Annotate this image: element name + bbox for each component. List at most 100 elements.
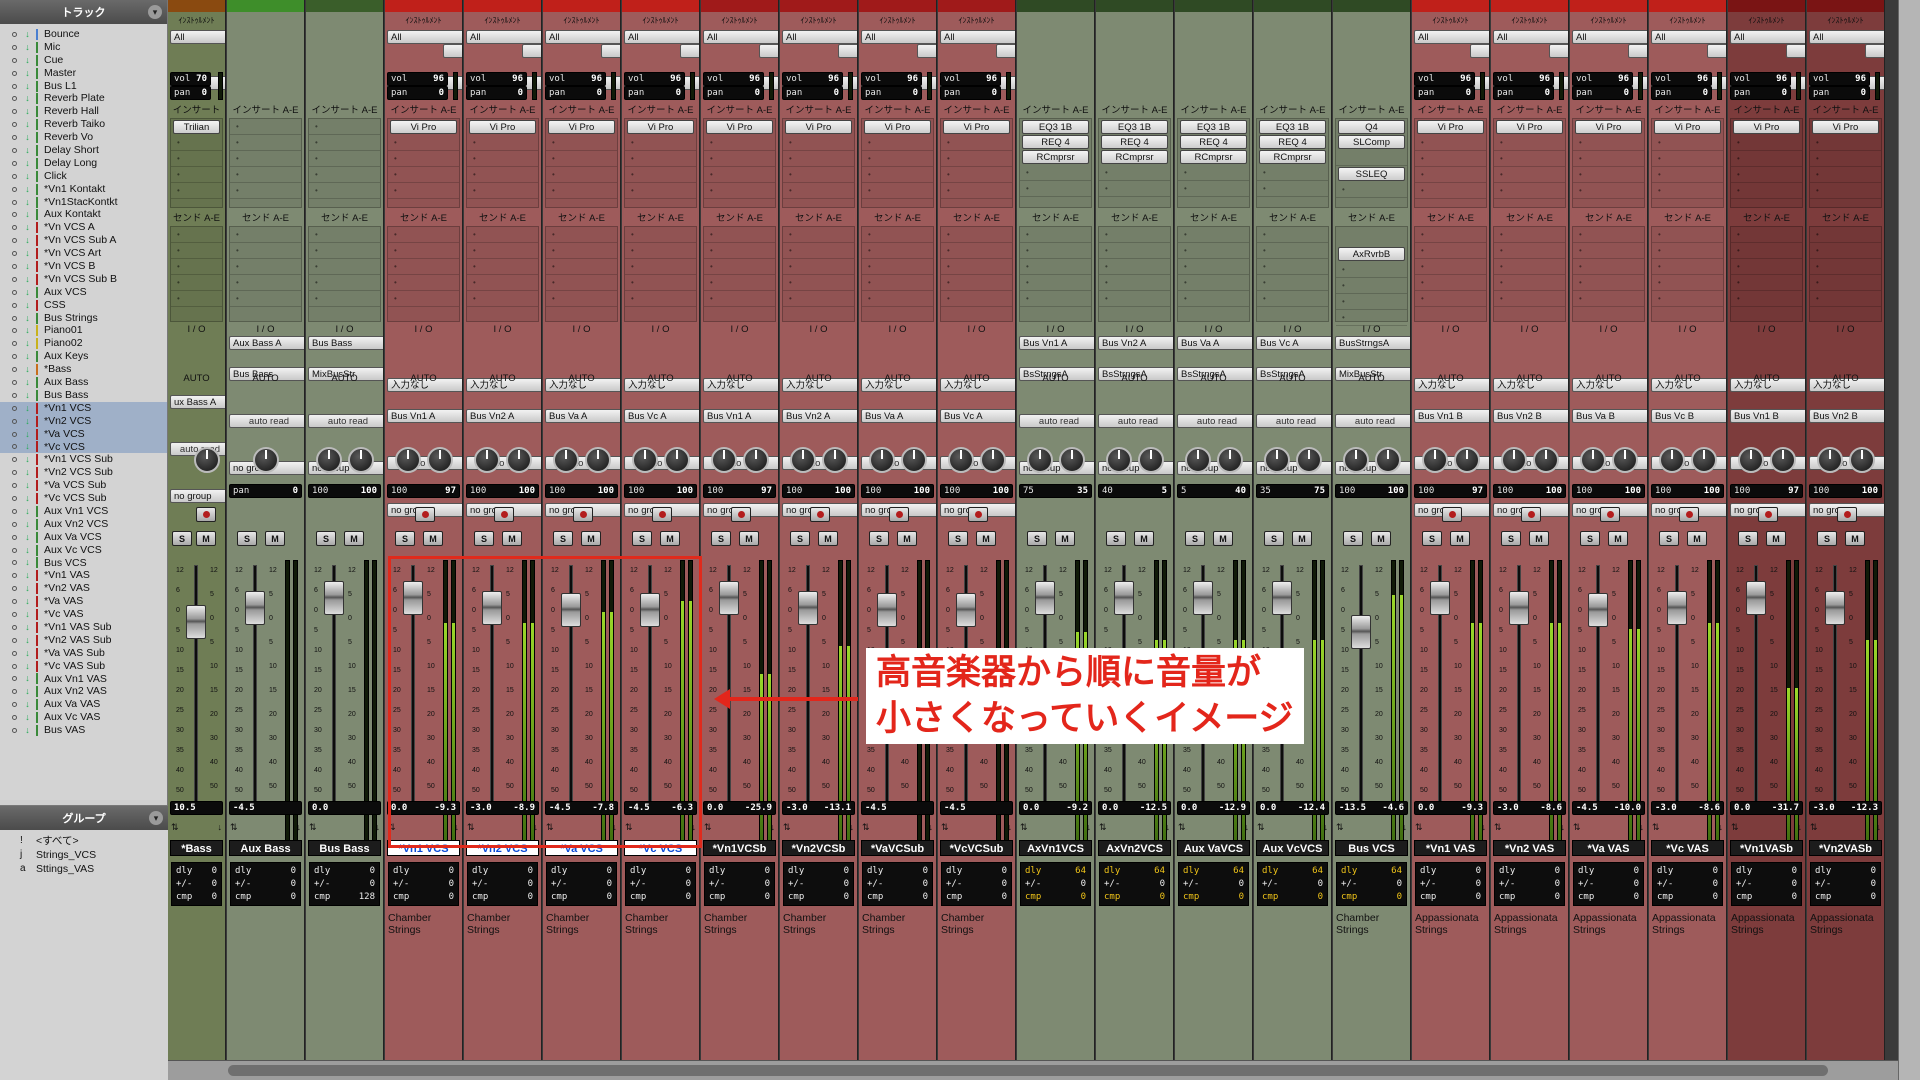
track-show-toggle[interactable] [12,289,17,295]
track-name-plate[interactable]: *Vn1 VAS [1414,840,1487,856]
group-list-item[interactable]: a Sttings_VAS [0,862,168,876]
midi-all-select[interactable]: All [624,30,699,44]
insert-slot-empty[interactable]: • [1257,165,1328,181]
insert-slot-empty[interactable]: • [1652,151,1723,167]
pan-left-knob[interactable] [1106,447,1132,473]
track-list-item[interactable]: ↓ *Vn VCS A [0,221,167,234]
mute-button[interactable]: M [1055,531,1075,546]
link-icon[interactable]: ⇅ [783,822,791,834]
pan-left-knob[interactable] [1422,447,1448,473]
output-select[interactable]: Bus Vc B [1651,409,1726,423]
track-name-plate[interactable]: *Bass [170,840,223,856]
track-show-toggle[interactable] [12,663,17,669]
track-name-plate[interactable]: Aux VcVCS [1256,840,1329,856]
pan-knob[interactable] [253,447,279,473]
link-icon[interactable]: ⇅ [171,822,179,834]
solo-button[interactable]: S [948,531,968,546]
insert-slot-empty[interactable]: • [171,135,222,151]
track-show-toggle[interactable] [12,521,17,527]
insert-plugin-button[interactable]: Vi Pro [1417,120,1484,134]
mute-button[interactable]: M [502,531,522,546]
insert-plugin-button[interactable]: Vi Pro [785,120,852,134]
track-list-item[interactable]: ↓ *Va VAS [0,595,167,608]
record-arm-button[interactable] [415,507,435,522]
pan-left-knob[interactable] [553,447,579,473]
midi-all-select[interactable]: All [703,30,778,44]
volume-fader[interactable] [1746,581,1766,615]
mute-button[interactable]: M [660,531,680,546]
track-show-toggle[interactable] [12,560,17,566]
mute-button[interactable]: M [581,531,601,546]
mute-button[interactable]: M [739,531,759,546]
record-arm-button[interactable] [1758,507,1778,522]
solo-button[interactable]: S [395,531,415,546]
track-name-plate[interactable]: *Va VCS [545,840,618,856]
send-slot-empty[interactable]: • [1494,227,1565,243]
insert-slot-empty[interactable]: • [625,167,696,183]
solo-button[interactable]: S [1817,531,1837,546]
mute-button[interactable]: M [1529,531,1549,546]
link-icon[interactable]: ⇅ [1494,822,1502,834]
track-list-item[interactable]: ↓ Piano01 [0,324,167,337]
insert-plugin-button[interactable]: Trilian [173,120,220,134]
track-show-toggle[interactable] [12,328,17,334]
send-slot-empty[interactable]: • [1573,243,1644,259]
track-show-toggle[interactable] [12,599,17,605]
record-arm-button[interactable] [968,507,988,522]
link-icon[interactable]: ⇅ [1573,822,1581,834]
pan-left-knob[interactable] [1264,447,1290,473]
send-slot-empty[interactable]: • [862,243,933,259]
record-arm-button[interactable] [1837,507,1857,522]
mute-button[interactable]: M [1687,531,1707,546]
track-name-plate[interactable]: *VcVCSub [940,840,1013,856]
insert-plugin-button[interactable]: EQ3 1B [1180,120,1247,134]
track-show-toggle[interactable] [12,173,17,179]
track-list-item[interactable]: ↓ Delay Short [0,144,167,157]
pan-left-knob[interactable] [1580,447,1606,473]
send-slot-empty[interactable]: • [467,275,538,291]
automation-mode-select[interactable]: auto read [308,414,383,428]
output-select[interactable]: Bus Vn1 A [703,409,778,423]
volume-fader[interactable] [482,590,502,625]
volume-fader[interactable] [877,593,897,627]
send-slot-empty[interactable]: • [1099,275,1170,291]
insert-slot-empty[interactable] [1336,150,1407,166]
send-slot-empty[interactable]: • [1020,259,1091,275]
send-slot-empty[interactable]: • [941,291,1012,307]
record-arm-button[interactable] [810,507,830,522]
midi-all-select[interactable]: All [1414,30,1489,44]
midi-mute-button[interactable]: M [522,44,541,58]
track-show-toggle[interactable] [12,470,17,476]
link-icon[interactable]: ⇅ [1099,822,1107,834]
insert-slot-empty[interactable]: • [1810,135,1881,151]
insert-slot-empty[interactable]: • [1494,183,1565,199]
track-name-plate[interactable]: *Va VAS [1572,840,1645,856]
midi-mute-button[interactable]: M [838,44,857,58]
midi-mute-button[interactable]: M [759,44,778,58]
track-list-item[interactable]: ↓ *Vn VCS Art [0,247,167,260]
send-button[interactable]: AxRvrbB [1338,247,1405,261]
insert-slot-empty[interactable]: • [230,135,301,151]
send-slot-empty[interactable]: • [1257,227,1328,243]
insert-plugin-button[interactable]: Vi Pro [1654,120,1721,134]
pan-left-knob[interactable] [869,447,895,473]
send-slot-empty[interactable]: • [1494,275,1565,291]
record-arm-button[interactable] [573,507,593,522]
track-list-item[interactable]: ↓ *Vn2 VAS [0,582,167,595]
insert-slot-empty[interactable]: • [388,151,459,167]
track-show-toggle[interactable] [12,263,17,269]
mute-button[interactable]: M [1371,531,1391,546]
insert-slot-empty[interactable]: • [467,183,538,199]
send-slot-empty[interactable]: • [171,227,222,243]
track-show-toggle[interactable] [12,379,17,385]
send-slot-empty[interactable]: • [1573,259,1644,275]
insert-slot-empty[interactable]: • [309,183,380,199]
insert-plugin-button[interactable]: EQ3 1B [1022,120,1089,134]
pan-right-knob[interactable] [1059,447,1085,473]
insert-slot-empty[interactable]: • [704,151,775,167]
insert-slot-empty[interactable]: • [1652,183,1723,199]
send-slot-empty[interactable]: • [467,227,538,243]
pan-left-knob[interactable] [632,447,658,473]
send-slot-empty[interactable]: • [467,291,538,307]
send-slot-empty[interactable]: • [704,259,775,275]
